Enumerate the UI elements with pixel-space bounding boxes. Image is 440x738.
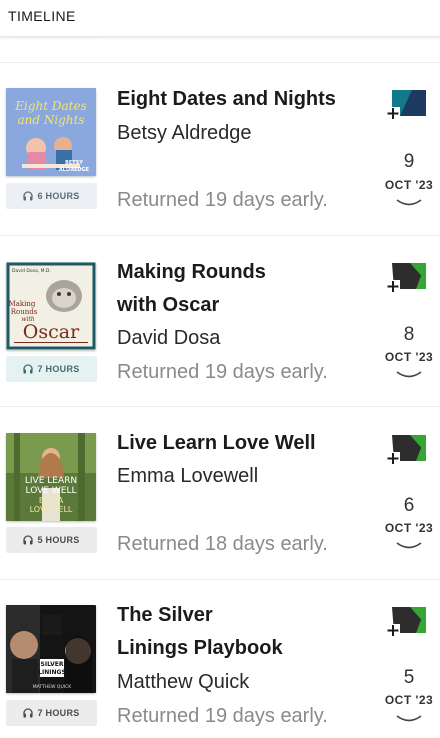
headphones-icon <box>23 708 34 718</box>
audiobook-duration-badge: 5 HOURS <box>6 527 97 553</box>
book-author: Betsy Aldredge <box>117 122 252 144</box>
date-day: 9 <box>403 151 415 172</box>
chevron-down-icon[interactable] <box>395 197 423 209</box>
book-cover[interactable]: SILVER LININGS MATTHEW QUICK <box>6 605 96 693</box>
previous-entry-peek <box>0 36 440 46</box>
date-day: 6 <box>403 495 415 516</box>
book-cover[interactable]: Eight Dates and Nights BETSY ALDREDGE <box>6 88 96 176</box>
timeline-entry[interactable]: SILVER LININGS MATTHEW QUICK 7 HOURS The… <box>0 580 440 738</box>
headphones-icon <box>23 364 34 374</box>
return-status: Returned 19 days early. <box>117 361 328 383</box>
cover-title-line: LIVE LEARN <box>25 476 77 486</box>
cover-author: MATTHEW QUICK <box>33 684 72 690</box>
header: TIMELINE <box>0 0 440 36</box>
date-month-year: OCT '23 <box>384 350 434 364</box>
duration-label: 7 HOURS <box>37 708 80 718</box>
tag-add-icon <box>386 607 426 636</box>
add-tag-button[interactable] <box>386 431 430 465</box>
tag-add-icon <box>386 263 426 292</box>
audiobook-duration-badge: 7 HOURS <box>6 700 97 726</box>
audiobook-duration-badge: 7 HOURS <box>6 356 97 382</box>
cover-author: ALDREDGE <box>59 167 90 173</box>
cover-title-line: Oscar <box>23 321 80 343</box>
return-status: Returned 18 days early. <box>117 533 328 555</box>
date-month-year: OCT '23 <box>384 521 434 535</box>
timeline-entry[interactable]: Eight Dates and Nights BETSY ALDREDGE 6 … <box>0 63 440 235</box>
headphones-icon <box>23 191 34 201</box>
book-title[interactable]: Eight Dates and Nights <box>117 83 336 116</box>
timeline-entry[interactable]: David Dosa, M.D. Making Rounds with Osca… <box>0 236 440 406</box>
duration-label: 6 HOURS <box>37 191 80 201</box>
cover-author: EMMA <box>39 496 64 505</box>
audiobook-duration-badge: 6 HOURS <box>6 183 97 209</box>
chevron-down-icon[interactable] <box>395 540 423 552</box>
return-status: Returned 19 days early. <box>117 705 328 727</box>
duration-label: 5 HOURS <box>37 535 80 545</box>
return-status: Returned 19 days early. <box>117 189 328 211</box>
tag-add-icon <box>386 435 426 464</box>
tag-add-icon <box>386 90 426 119</box>
cover-author: LOVEWELL <box>30 505 73 514</box>
cover-title-line: LOVE WELL <box>26 486 77 496</box>
date-month-year: OCT '23 <box>384 178 434 192</box>
cover-author: David Dosa, M.D. <box>12 268 51 274</box>
cover-author: BETSY <box>65 160 83 166</box>
chevron-down-icon[interactable] <box>395 369 423 381</box>
book-author: David Dosa <box>117 327 221 349</box>
cover-title-line: and Nights <box>17 113 84 127</box>
add-tag-button[interactable] <box>386 259 430 293</box>
book-title[interactable]: Making Rounds with Oscar <box>117 256 266 322</box>
book-author: Matthew Quick <box>117 671 250 693</box>
date-month-year: OCT '23 <box>384 693 434 707</box>
book-title[interactable]: The Silver Linings Playbook <box>117 599 283 665</box>
cover-title-line: Making <box>9 300 36 308</box>
book-cover[interactable]: David Dosa, M.D. Making Rounds with Osca… <box>6 262 96 350</box>
cover-title-line: LININGS <box>38 669 66 676</box>
duration-label: 7 HOURS <box>37 364 80 374</box>
cover-title-line: Eight Dates <box>14 99 87 113</box>
timeline-entry[interactable]: LIVE LEARN LOVE WELL EMMA LOVEWELL 5 HOU… <box>0 407 440 579</box>
date-day: 8 <box>403 324 415 345</box>
chevron-down-icon[interactable] <box>395 713 423 725</box>
date-day: 5 <box>403 667 415 688</box>
headphones-icon <box>23 535 34 545</box>
page-title: TIMELINE <box>8 8 76 24</box>
add-tag-button[interactable] <box>386 603 430 637</box>
book-title[interactable]: Live Learn Love Well <box>117 427 316 460</box>
add-tag-button[interactable] <box>386 86 430 120</box>
cover-title-line: Rounds <box>11 308 38 316</box>
cover-title-line: SILVER <box>41 661 64 668</box>
book-author: Emma Lovewell <box>117 465 259 487</box>
book-cover[interactable]: LIVE LEARN LOVE WELL EMMA LOVEWELL <box>6 433 96 521</box>
